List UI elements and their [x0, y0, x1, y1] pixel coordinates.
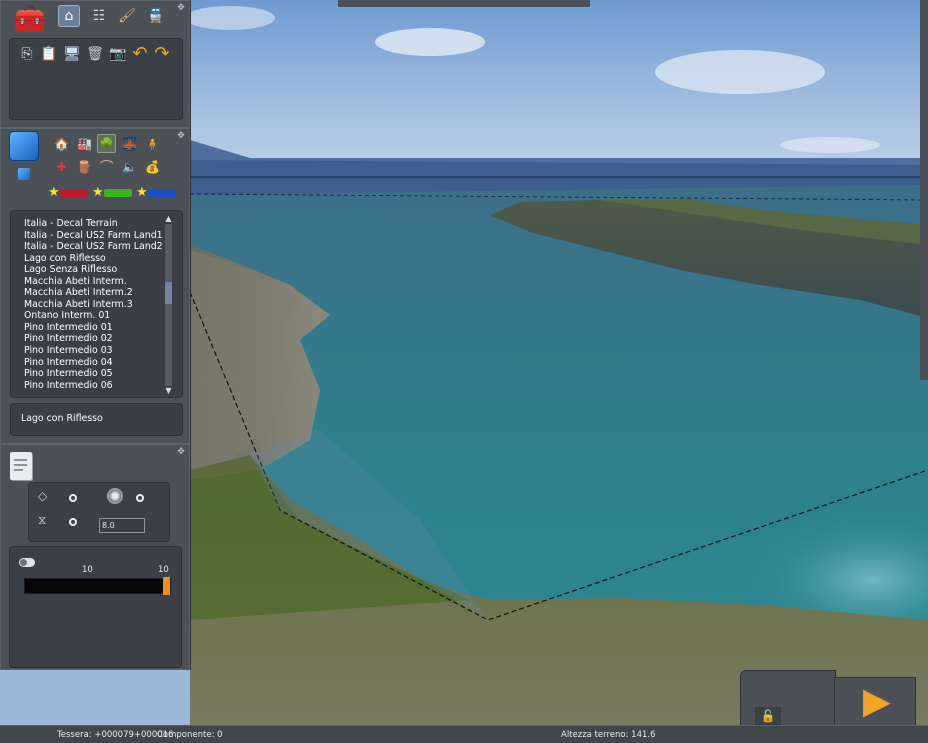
filter-green[interactable]: ★ [92, 185, 132, 200]
properties-panel: ✥ ◇ ⧖ 10 10 [0, 444, 191, 670]
selected-asset-label: Lago con Riflesso [21, 413, 103, 424]
pin-icon[interactable]: ✥ [176, 131, 186, 141]
status-bar: Tessera: +000079+000016 Componente: 0 Al… [0, 725, 928, 743]
unlock-icon[interactable]: 🔓 [755, 707, 781, 725]
lock-box: 🔓 [740, 670, 836, 727]
selected-asset-box: Lago con Riflesso [10, 403, 183, 436]
track-icon[interactable]: ☷ [88, 5, 110, 27]
copy-icon[interactable]: ⎘ [16, 43, 38, 65]
asset-list[interactable]: Italia - Decal Terrain Italia - Decal US2… [10, 210, 183, 398]
small-object-cube-icon[interactable] [18, 168, 30, 180]
train-icon[interactable]: 🚆 [145, 5, 167, 27]
paste-icon[interactable]: 📋 [38, 43, 60, 65]
filter-red[interactable]: ★ [48, 185, 88, 200]
toolbox-icon[interactable]: 🧰 [10, 3, 50, 37]
list-scrollbar[interactable] [165, 224, 172, 386]
industry-icon[interactable]: 🏭 [75, 134, 94, 153]
bag-icon[interactable]: 💰 [143, 157, 162, 176]
radio-plane[interactable] [69, 494, 77, 502]
large-object-cube-icon[interactable] [10, 132, 38, 160]
figure-icon[interactable]: 🧍 [143, 134, 162, 153]
list-item[interactable]: Pino Intermedio 05 [24, 368, 164, 380]
main-toolbar-panel: 🧰 ⌂ ☷ 🖌 🚆 ✥ ⎘ 📋 🖥 🗑 📷 ↶ ↷ [0, 0, 191, 128]
list-item[interactable]: Macchia Abeti Interm.2 [24, 287, 164, 299]
star-icon: ★ [48, 185, 60, 200]
list-item[interactable]: Italia - Decal US2 Farm Land1 [24, 230, 164, 242]
radio-gear[interactable] [136, 494, 144, 502]
list-item[interactable]: Pino Intermedio 02 [24, 333, 164, 345]
play-button[interactable]: ▶ [834, 677, 916, 727]
list-item[interactable]: Lago con Riflesso [24, 253, 164, 265]
list-item[interactable]: Pino Intermedio 01 [24, 322, 164, 334]
play-icon: ▶ [863, 681, 891, 722]
camera-icon[interactable]: 📷 [107, 43, 129, 65]
scroll-down-arrow[interactable]: ▼ [164, 386, 173, 395]
grid-plane-icon: ⧖ [38, 513, 47, 527]
monitor-icon[interactable]: 🖥 [61, 43, 83, 65]
redo-icon[interactable]: ↷ [151, 43, 173, 65]
gear-icon [109, 490, 121, 502]
toolbar-actions-area: ⎘ 📋 🖥 🗑 📷 ↶ ↷ [9, 38, 183, 120]
list-item[interactable]: Italia - Decal US2 Farm Land2 [24, 241, 164, 253]
list-item[interactable]: Pino Intermedio 06 [24, 380, 164, 392]
pin-icon[interactable]: ✥ [176, 447, 186, 457]
list-item[interactable]: Ontano Interm. 01 [24, 310, 164, 322]
list-item[interactable]: Lago Senza Riflesso [24, 264, 164, 276]
list-scroll-thumb[interactable] [165, 282, 172, 304]
terrain-height: Altezza terreno: 141.6 [561, 730, 656, 740]
slider-handle[interactable] [163, 577, 170, 595]
paintbrush-icon[interactable]: 🖌 [116, 5, 138, 27]
list-item[interactable]: Pino Intermedio 03 [24, 345, 164, 357]
undo-icon[interactable]: ↶ [129, 43, 151, 65]
toggle-switch[interactable] [19, 558, 35, 567]
height-input[interactable] [99, 518, 145, 533]
radio-height[interactable] [69, 518, 77, 526]
tree-icon[interactable]: 🌳 [97, 134, 116, 153]
document-icon[interactable] [10, 452, 32, 480]
timber-icon[interactable]: 🪵 [75, 157, 94, 176]
list-item[interactable]: Macchia Abeti Interm. [24, 276, 164, 288]
filter-blue[interactable]: ★ [136, 185, 176, 200]
pin-icon[interactable]: ✥ [176, 3, 186, 13]
trash-icon[interactable]: 🗑 [84, 43, 106, 65]
asset-items: Italia - Decal Terrain Italia - Decal US2… [24, 218, 164, 391]
list-item[interactable]: Pino Intermedio 04 [24, 357, 164, 369]
building-icon[interactable]: 🏠 [52, 134, 71, 153]
size-slider[interactable] [24, 577, 171, 595]
home-icon[interactable]: ⌂ [58, 5, 80, 27]
list-item[interactable]: Italia - Decal Terrain [24, 218, 164, 230]
arch-icon[interactable]: ⌒ [97, 157, 116, 176]
speaker-icon[interactable]: 🔈 [120, 157, 139, 176]
mode-options-box: ◇ ⧖ [28, 482, 170, 542]
star-icon: ★ [92, 185, 104, 200]
scroll-up-arrow[interactable]: ▲ [164, 214, 173, 223]
star-icon: ★ [136, 185, 148, 200]
slider-max-label: 10 [158, 565, 169, 575]
slider-min-label: 10 [82, 565, 93, 575]
crossing-icon[interactable]: ✚ [52, 157, 71, 176]
plane-outline-icon: ◇ [38, 489, 48, 503]
tile-coordinates: Tessera: +000079+000016 [57, 730, 174, 740]
list-item[interactable]: Macchia Abeti Interm.3 [24, 299, 164, 311]
slider-box: 10 10 [9, 546, 182, 668]
component-count: Componente: 0 [157, 730, 223, 740]
bridge-icon[interactable]: 🌉 [120, 134, 139, 153]
